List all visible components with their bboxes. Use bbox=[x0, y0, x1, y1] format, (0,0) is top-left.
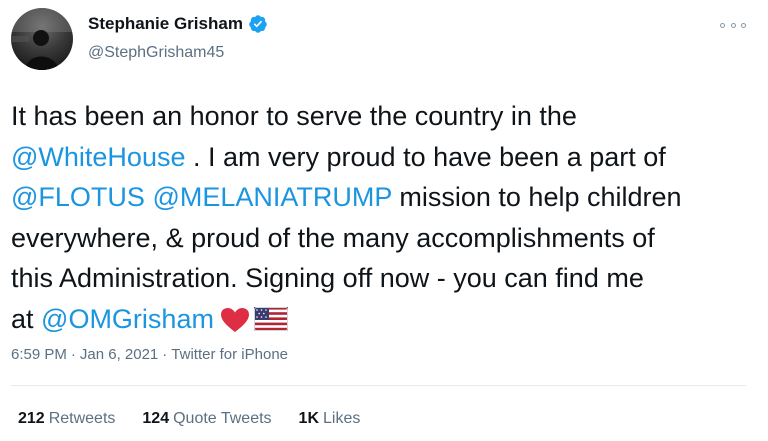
tweet-line: everywhere, & proud of the many accompli… bbox=[11, 218, 751, 259]
likes-label: Likes bbox=[323, 410, 361, 427]
quote-tweets-stat[interactable]: 124 Quote Tweets bbox=[142, 410, 271, 428]
retweets-count: 212 bbox=[18, 410, 45, 427]
text-span: this Administration. Signing off now - y… bbox=[11, 263, 644, 293]
tweet-line: It has been an honor to serve the countr… bbox=[11, 96, 751, 137]
likes-count: 1K bbox=[298, 410, 319, 427]
meta-separator: · bbox=[70, 346, 76, 363]
tweet-time-link[interactable]: 6:59 PM bbox=[11, 346, 67, 363]
divider bbox=[11, 385, 746, 386]
tweet-line: @WhiteHouse . I am very proud to have be… bbox=[11, 137, 751, 178]
more-options-icon[interactable] bbox=[720, 18, 746, 32]
mention-flotus-link[interactable]: @FLOTUS bbox=[11, 182, 145, 212]
engagement-stats: 212 Retweets 124 Quote Tweets 1K Likes bbox=[18, 410, 387, 428]
author-handle[interactable]: @StephGrisham45 bbox=[88, 44, 224, 62]
retweets-label: Retweets bbox=[48, 410, 116, 427]
avatar[interactable] bbox=[11, 8, 73, 70]
verified-badge-icon bbox=[248, 14, 268, 34]
quote-tweets-count: 124 bbox=[142, 410, 170, 427]
likes-stat[interactable]: 1K Likes bbox=[299, 410, 361, 428]
mention-whitehouse-link[interactable]: @WhiteHouse bbox=[11, 142, 185, 172]
author-name-row: Stephanie Grisham bbox=[88, 14, 268, 34]
us-flag-icon bbox=[253, 302, 288, 331]
text-span: It has been an honor to serve the countr… bbox=[11, 101, 577, 131]
avatar-image bbox=[11, 8, 73, 70]
author-display-name[interactable]: Stephanie Grisham bbox=[88, 14, 243, 34]
text-span: at bbox=[11, 303, 42, 334]
tweet-metadata: 6:59 PM · Jan 6, 2021 · Twitter for iPhone bbox=[11, 346, 288, 363]
tweet-line: at @OMGrisham bbox=[11, 299, 751, 340]
tweet-line: @FLOTUS @MELANIATRUMP mission to help ch… bbox=[11, 177, 751, 218]
tweet-line: this Administration. Signing off now - y… bbox=[11, 258, 751, 299]
tweet-source-link[interactable]: Twitter for iPhone bbox=[171, 346, 288, 363]
mention-omgrisham-link[interactable]: @OMGrisham bbox=[41, 304, 214, 334]
quote-tweets-label: Quote Tweets bbox=[173, 410, 272, 427]
text-span: everywhere, & proud of the many accompli… bbox=[11, 222, 655, 253]
tweet-card: Stephanie Grisham @StephGrisham45 It has… bbox=[0, 0, 768, 441]
retweets-stat[interactable]: 212 Retweets bbox=[18, 410, 115, 428]
meta-separator: · bbox=[162, 346, 168, 363]
mention-melaniatrump-link[interactable]: @MELANIATRUMP bbox=[152, 182, 391, 212]
text-span: mission to help children bbox=[391, 182, 682, 212]
text-span: . I am very proud to have been a part of bbox=[185, 141, 666, 172]
red-heart-icon bbox=[220, 304, 250, 332]
tweet-date-link[interactable]: Jan 6, 2021 bbox=[80, 346, 158, 363]
tweet-text: It has been an honor to serve the countr… bbox=[11, 96, 751, 339]
